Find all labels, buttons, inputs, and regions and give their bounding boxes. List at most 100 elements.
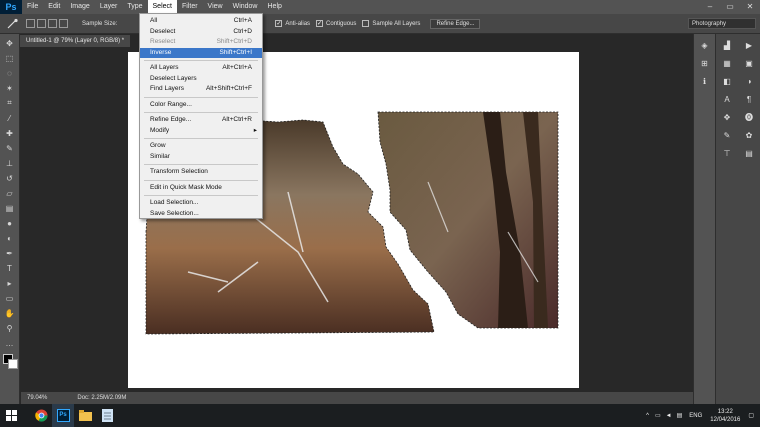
menu-filter[interactable]: Filter	[177, 0, 203, 14]
menu-item-inverse[interactable]: Inverse Shift+Ctrl+I	[140, 47, 262, 58]
clone-source-icon[interactable]: ✿	[742, 130, 756, 142]
menu-image[interactable]: Image	[65, 0, 94, 14]
navigator-icon[interactable]: ▶	[742, 40, 756, 52]
menu-item-deselect[interactable]: Deselect Ctrl+D	[140, 27, 262, 38]
notepad-icon[interactable]	[96, 404, 118, 427]
menu-item-label: All	[150, 17, 158, 24]
menu-item-label: Load Selection...	[150, 199, 199, 206]
sample-all-layers-checkbox[interactable]	[362, 20, 370, 27]
menu-item-refine-edge[interactable]: Refine Edge... Alt+Ctrl+R	[140, 115, 262, 126]
intersect-selection-icon[interactable]	[59, 19, 68, 28]
maximize-button[interactable]: ▭	[720, 0, 740, 14]
background-color-swatch[interactable]	[8, 359, 18, 369]
document-tab[interactable]: Untitled-1 @ 79% (Layer 0, RGB/8) *	[20, 35, 131, 47]
history-brush-tool-icon[interactable]: ↺	[3, 172, 17, 184]
info-panel-icon[interactable]: ℹ	[698, 76, 712, 88]
language-indicator[interactable]: ENG	[689, 413, 702, 419]
menu-item-grow[interactable]: Grow	[140, 141, 262, 152]
dodge-tool-icon[interactable]: ◐	[3, 232, 17, 244]
chevron-up-icon[interactable]: ^	[646, 413, 649, 419]
minimize-button[interactable]: –	[700, 0, 720, 14]
menu-item-similar[interactable]: Similar	[140, 152, 262, 163]
gradient-tool-icon[interactable]: ▤	[3, 202, 17, 214]
speaker-icon[interactable]: ◄	[666, 413, 672, 419]
brush-presets-icon[interactable]: ✥	[720, 112, 734, 124]
hand-tool-icon[interactable]: ✋	[3, 307, 17, 319]
eraser-tool-icon[interactable]: ▱	[3, 187, 17, 199]
menu-item-shortcut: Alt+Ctrl+R	[222, 116, 252, 123]
adjustments-icon[interactable]: ◧	[720, 76, 734, 88]
refine-edge-button[interactable]: Refine Edge...	[430, 18, 481, 29]
zoom-level[interactable]: 79.04%	[27, 392, 47, 404]
photoshop-taskbar-icon[interactable]: Ps	[52, 404, 74, 427]
blur-tool-icon[interactable]: ●	[3, 217, 17, 229]
menu-type[interactable]: Type	[122, 0, 147, 14]
menu-item-all[interactable]: All Ctrl+A	[140, 16, 262, 27]
zoom-tool-icon[interactable]: ⚲	[3, 322, 17, 334]
menu-help[interactable]: Help	[263, 0, 287, 14]
notifications-icon[interactable]: ▢	[748, 412, 754, 419]
path-selection-tool-icon[interactable]: ▸	[3, 277, 17, 289]
menu-item-quick-mask[interactable]: Edit in Quick Mask Mode	[140, 183, 262, 194]
add-selection-icon[interactable]	[37, 19, 46, 28]
shape-tool-icon[interactable]: ▭	[3, 292, 17, 304]
network-icon[interactable]: ▤	[677, 412, 683, 419]
anti-alias-checkbox[interactable]: ✓	[275, 20, 283, 27]
styles-icon[interactable]: ◑	[742, 76, 756, 88]
info-icon[interactable]: ⓿	[742, 112, 756, 124]
contiguous-checkbox[interactable]: ✓	[316, 20, 324, 27]
healing-brush-tool-icon[interactable]: ✚	[3, 127, 17, 139]
menu-window[interactable]: Window	[228, 0, 263, 14]
menu-file[interactable]: File	[22, 0, 43, 14]
move-tool-icon[interactable]: ✥	[3, 37, 17, 49]
character-icon[interactable]: A	[720, 94, 734, 106]
menu-item-label: Grow	[150, 142, 166, 149]
menu-item-all-layers[interactable]: All Layers Alt+Ctrl+A	[140, 63, 262, 74]
sample-all-layers-option[interactable]: Sample All Layers	[362, 20, 420, 27]
menu-view[interactable]: View	[203, 0, 228, 14]
eyedropper-tool-icon[interactable]: ⁄	[3, 112, 17, 124]
workspace-select[interactable]: Photography	[688, 18, 756, 29]
contiguous-option[interactable]: ✓ Contiguous	[316, 20, 356, 27]
file-explorer-icon[interactable]	[74, 404, 96, 427]
marquee-tool-icon[interactable]: ⬚	[3, 52, 17, 64]
crop-tool-icon[interactable]: ⌗	[3, 97, 17, 109]
menu-select[interactable]: Select	[147, 0, 177, 14]
menu-item-color-range[interactable]: Color Range...	[140, 100, 262, 111]
new-selection-icon[interactable]	[26, 19, 35, 28]
swatches-icon[interactable]: ▣	[742, 58, 756, 70]
chrome-icon[interactable]	[30, 404, 52, 427]
clone-stamp-tool-icon[interactable]: ⊥	[3, 157, 17, 169]
brushes-icon[interactable]: ✎	[720, 130, 734, 142]
selection-mode-icons[interactable]	[26, 19, 70, 28]
histogram-icon[interactable]: ▟	[720, 40, 734, 52]
anti-alias-option[interactable]: ✓ Anti-alias	[275, 20, 310, 27]
notes-icon[interactable]: ⊤	[720, 148, 734, 160]
properties-panel-icon[interactable]: ⊞	[698, 58, 712, 70]
battery-icon[interactable]: ▭	[655, 412, 661, 419]
menu-item-modify[interactable]: Modify ▸	[140, 126, 262, 137]
pen-tool-icon[interactable]: ✒	[3, 247, 17, 259]
paragraph-icon[interactable]: ¶	[742, 94, 756, 106]
menu-layer[interactable]: Layer	[95, 0, 123, 14]
windows-start-icon[interactable]	[0, 404, 22, 427]
type-tool-icon[interactable]: T	[3, 262, 17, 274]
menu-item-transform-selection[interactable]: Transform Selection	[140, 167, 262, 178]
brush-tool-icon[interactable]: ✎	[3, 142, 17, 154]
color-icon[interactable]: ▦	[720, 58, 734, 70]
menu-item-deselect-layers[interactable]: Deselect Layers	[140, 74, 262, 85]
magic-wand-tool-icon[interactable]: ✶	[3, 82, 17, 94]
clock[interactable]: 13:22 12/04/2016	[710, 408, 740, 424]
magic-wand-preset-icon[interactable]	[6, 18, 20, 30]
close-button[interactable]: ✕	[740, 0, 760, 14]
menu-item-save-selection[interactable]: Save Selection...	[140, 209, 262, 220]
history-icon[interactable]: ▤	[742, 148, 756, 160]
menu-item-load-selection[interactable]: Load Selection...	[140, 198, 262, 209]
menu-item-find-layers[interactable]: Find Layers Alt+Shift+Ctrl+F	[140, 84, 262, 95]
menu-item-label: Inverse	[150, 48, 172, 56]
layers-panel-icon[interactable]: ◈	[698, 40, 712, 52]
lasso-tool-icon[interactable]: ◌	[3, 67, 17, 79]
more-tools-icon[interactable]: …	[3, 337, 17, 349]
subtract-selection-icon[interactable]	[48, 19, 57, 28]
menu-edit[interactable]: Edit	[43, 0, 65, 14]
